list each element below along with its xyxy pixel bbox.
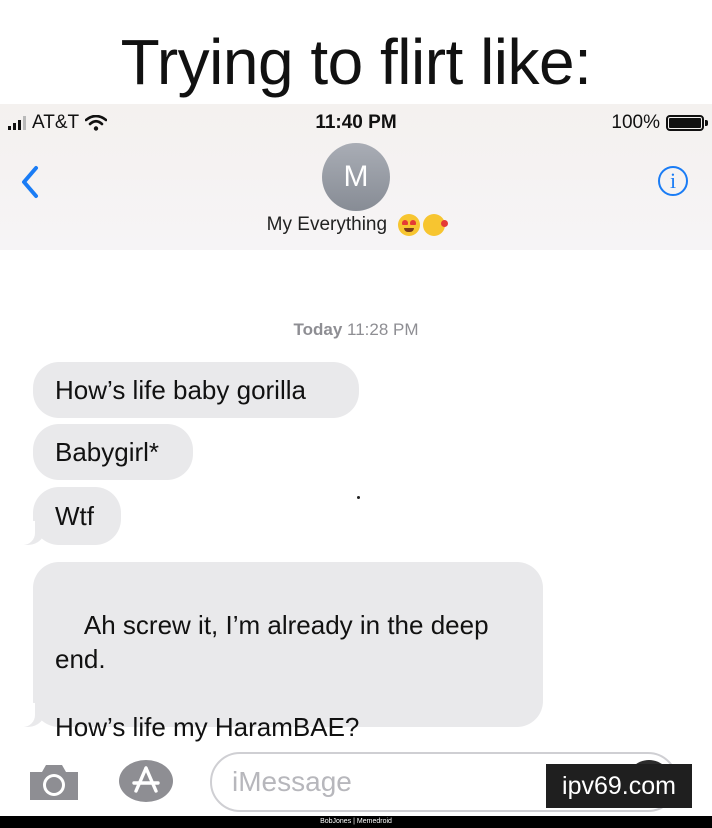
message-bubble[interactable]: Babygirl* [33, 424, 193, 480]
info-icon[interactable]: i [658, 166, 688, 196]
message-bubble[interactable]: Ah screw it, I’m already in the deep end… [13, 562, 543, 742]
contact-name: My Everything [266, 214, 388, 236]
app-store-icon[interactable] [118, 758, 174, 804]
credit-strip: BobJones | Memedroid [0, 816, 712, 828]
status-right: 100% [611, 112, 708, 134]
message-text: Ah screw it, I’m already in the deep end… [55, 610, 489, 742]
contact-emojis [398, 214, 449, 236]
back-chevron-icon[interactable] [16, 162, 46, 202]
camera-icon[interactable] [26, 760, 82, 804]
message-text: Babygirl* [55, 437, 160, 467]
contact-name-row[interactable]: My Everything [0, 214, 712, 236]
status-bar: AT&T 11:40 PM 100% [0, 110, 712, 140]
watermark: ipv69.com [546, 764, 692, 808]
message-text: How’s life baby gorilla [55, 375, 306, 405]
message-bubble[interactable]: How’s life baby gorilla [33, 362, 359, 418]
kissing-heart-emoji-icon [423, 214, 449, 236]
message-text: Wtf [55, 501, 94, 531]
heart-eyes-emoji-icon [398, 214, 421, 236]
timestamp-day: Today [293, 320, 343, 339]
battery-icon [666, 115, 708, 131]
stray-dot [357, 496, 360, 499]
meme-page: Trying to flirt like: AT&T 11:40 PM 100% [0, 0, 712, 828]
timestamp-time: 11:28 PM [347, 320, 419, 339]
contact-avatar[interactable]: M [322, 143, 390, 211]
battery-percentage: 100% [611, 112, 660, 133]
battery-fill [669, 118, 701, 128]
status-time: 11:40 PM [315, 112, 397, 133]
conversation-timestamp: Today 11:28 PM [0, 320, 712, 340]
meme-caption: Trying to flirt like: [120, 26, 592, 98]
message-bubble[interactable]: Wtf [13, 487, 121, 545]
